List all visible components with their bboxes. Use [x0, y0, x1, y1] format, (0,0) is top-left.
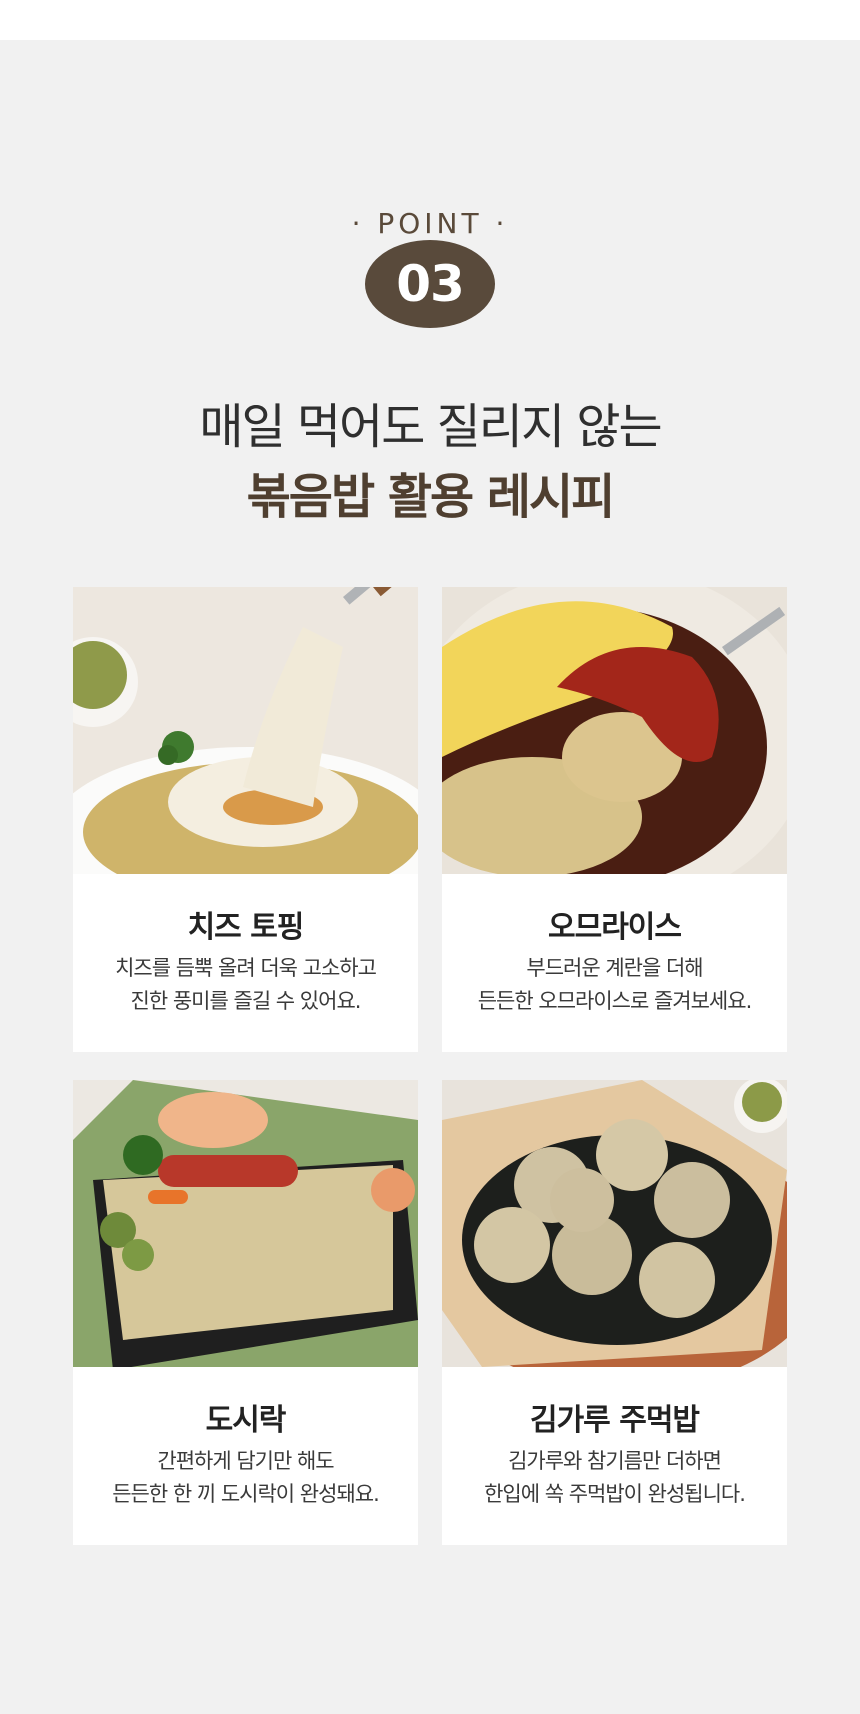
lunchbox-photo [73, 1080, 418, 1367]
card-description-line-2: 든든한 한 끼 도시락이 완성돼요. [112, 1482, 380, 1506]
card-description: 간편하게 담기만 해도 든든한 한 끼 도시락이 완성돼요. [73, 1445, 418, 1511]
point-number-badge: 03 [365, 240, 495, 328]
card-title: 도시락 [205, 1403, 287, 1438]
section-headline: 매일 먹어도 질리지 않는 볶음밥 활용 레시피 [0, 392, 860, 532]
card-description-line-2: 한입에 쏙 주먹밥이 완성됩니다. [484, 1482, 746, 1506]
recipe-card-omurice: 오므라이스 부드러운 계란을 더해 든든한 오므라이스로 즐겨보세요. [442, 587, 787, 1052]
card-description-line-2: 든든한 오므라이스로 즐겨보세요. [477, 989, 753, 1013]
card-description: 치즈를 듬뿍 올려 더욱 고소하고 진한 풍미를 즐길 수 있어요. [73, 952, 418, 1018]
card-title: 치즈 토핑 [187, 910, 305, 945]
card-description-line-1: 김가루와 참기름만 더하면 [508, 1449, 722, 1473]
card-title: 오므라이스 [548, 910, 682, 945]
card-description-line-2: 진한 풍미를 즐길 수 있어요. [130, 989, 362, 1013]
recipe-card-rice-ball: 김가루 주먹밥 김가루와 참기름만 더하면 한입에 쏙 주먹밥이 완성됩니다. [442, 1080, 787, 1545]
card-description-line-1: 간편하게 담기만 해도 [157, 1449, 334, 1473]
headline-line-2: 볶음밥 활용 레시피 [246, 469, 616, 525]
card-description-line-1: 부드러운 계란을 더해 [526, 956, 703, 980]
card-description: 부드러운 계란을 더해 든든한 오므라이스로 즐겨보세요. [442, 952, 787, 1018]
card-description: 김가루와 참기름만 더하면 한입에 쏙 주먹밥이 완성됩니다. [442, 1445, 787, 1511]
card-description-line-1: 치즈를 듬뿍 올려 더욱 고소하고 [115, 956, 377, 980]
cheese-fried-rice-photo [73, 587, 418, 874]
rice-ball-photo [442, 1080, 787, 1367]
recipe-card-cheese: 치즈 토핑 치즈를 듬뿍 올려 더욱 고소하고 진한 풍미를 즐길 수 있어요. [73, 587, 418, 1052]
top-strip [0, 0, 860, 40]
point-label: · POINT · [351, 207, 509, 240]
card-title: 김가루 주먹밥 [529, 1403, 700, 1438]
headline-line-1: 매일 먹어도 질리지 않는 [199, 399, 662, 455]
omurice-photo [442, 587, 787, 874]
recipe-card-lunchbox: 도시락 간편하게 담기만 해도 든든한 한 끼 도시락이 완성돼요. [73, 1080, 418, 1545]
